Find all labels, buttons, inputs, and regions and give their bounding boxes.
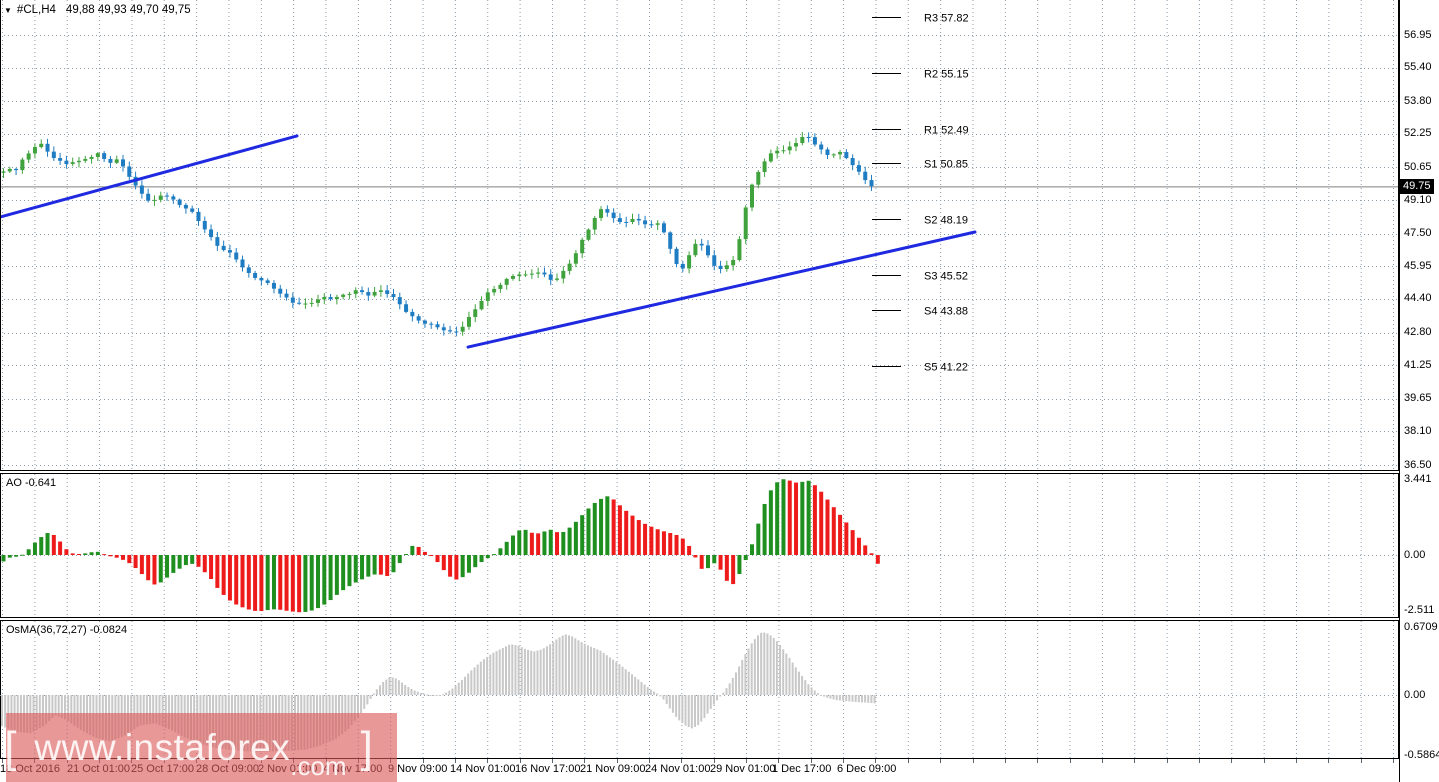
time-axis-tick (1102, 759, 1103, 763)
time-axis-tick (1231, 759, 1232, 763)
watermark-url: www.instaforex (34, 727, 291, 768)
time-axis-label: 1 Dec 17:00 (772, 763, 832, 775)
pivot-label: S4 43.88 (924, 306, 968, 318)
watermark-close-bracket: ] (360, 722, 373, 772)
time-axis-tick (1005, 759, 1006, 763)
pivot-label: S3 45.52 (924, 271, 968, 283)
pivot-label: R2 55.15 (924, 69, 969, 81)
time-axis-label: 24 Nov 01:00 (645, 763, 711, 775)
time-axis-label: 21 Nov 09:00 (580, 763, 646, 775)
trendline (466, 230, 977, 349)
time-axis-tick (1167, 759, 1168, 763)
ao-scale-max: 3.441 (1404, 472, 1432, 485)
symbol-dropdown-icon[interactable]: ▼ (4, 6, 12, 15)
panel-separator[interactable] (0, 617, 1399, 618)
price-axis-label: 41.25 (1404, 358, 1432, 371)
pivot-label: S5 41.22 (924, 362, 968, 374)
price-axis-label: 42.80 (1404, 326, 1432, 339)
ao-indicator-panel[interactable] (0, 474, 1399, 617)
price-axis-label: 49.10 (1404, 193, 1432, 206)
time-axis-tick (1070, 759, 1071, 763)
price-axis-label: 44.40 (1404, 292, 1432, 305)
price-chart-panel[interactable]: R3 57.82 R2 55.15 R1 52.49 S1 50.85 S2 48.19… (0, 0, 1399, 470)
watermark-url-suffix: .com (290, 751, 347, 781)
price-axis-label: 38.10 (1404, 424, 1432, 437)
price-axis-label: 56.95 (1404, 28, 1432, 41)
vertical-gridlines (2, 474, 1395, 617)
time-axis-tick (1264, 759, 1265, 763)
ao-scale-min: -2.511 (1404, 604, 1435, 616)
price-axis-label: 47.50 (1404, 227, 1432, 240)
time-axis-tick (1296, 759, 1297, 763)
time-axis-tick (1328, 759, 1329, 763)
time-axis-label: 29 Nov 01:00 (710, 763, 776, 775)
osma-scale-min: -0.5864 (1404, 749, 1439, 761)
price-axis-label: 52.25 (1404, 127, 1432, 140)
pivot-label: R1 52.49 (924, 125, 969, 137)
pivot-label: S2 48.19 (924, 215, 968, 227)
pivot-label: S1 50.85 (924, 159, 968, 171)
osma-indicator-label: OsMA(36,72,27) -0.0824 (6, 624, 128, 636)
osma-scale-zero: 0.00 (1404, 688, 1426, 701)
time-axis-tick (973, 759, 974, 763)
time-axis-label: 6 Dec 09:00 (837, 763, 897, 775)
price-axis-label: 45.95 (1404, 259, 1432, 272)
pivot-levels-layer: R3 57.82 R2 55.15 R1 52.49 S1 50.85 S2 48.19… (872, 13, 969, 374)
ao-scale-zero: 0.00 (1404, 548, 1426, 561)
symbol-label: #CL,H4 (16, 4, 56, 16)
time-axis-tick (1037, 759, 1038, 763)
time-axis-tick (908, 759, 909, 763)
chart-header: ▼ #CL,H4 49,88 49,93 49,70 49,75 (4, 4, 191, 16)
price-axis-label: 39.65 (1404, 392, 1432, 405)
price-axis-label: 55.40 (1404, 61, 1432, 74)
time-axis-label: 14 Nov 01:00 (450, 763, 516, 775)
pivot-label: R3 57.82 (924, 13, 969, 25)
panel-separator[interactable] (0, 470, 1399, 471)
trendline (0, 134, 299, 219)
time-axis-tick (1199, 759, 1200, 763)
time-axis-tick (940, 759, 941, 763)
ao-bars-layer (1, 479, 880, 613)
ao-indicator-label: AO -0.641 (6, 477, 57, 489)
instaforex-watermark: [ www.instaforex .com ] (4, 713, 397, 782)
time-axis-tick (1361, 759, 1362, 763)
osma-scale-max: 0.6709 (1404, 620, 1438, 633)
price-axis-label: 50.65 (1404, 160, 1432, 173)
time-axis-label: 16 Nov 17:00 (515, 763, 581, 775)
price-axis[interactable]: 49.75 56.95 55.40 53.80 52.25 50.65 49.10 47.5… (1399, 0, 1439, 782)
current-price-tag: 49.75 (1400, 179, 1434, 195)
trading-terminal-chart-window: R3 57.82 R2 55.15 R1 52.49 S1 50.85 S2 48.19… (0, 0, 1439, 782)
price-axis-label: 53.80 (1404, 94, 1432, 107)
watermark-open-bracket: [ (4, 722, 17, 772)
price-axis-label: 36.50 (1404, 458, 1432, 471)
time-axis-tick (1134, 759, 1135, 763)
ohlc-values: 49,88 49,93 49,70 49,75 (65, 4, 191, 16)
horizontal-gridlines (0, 35, 1399, 466)
time-axis-tick (1393, 759, 1394, 763)
